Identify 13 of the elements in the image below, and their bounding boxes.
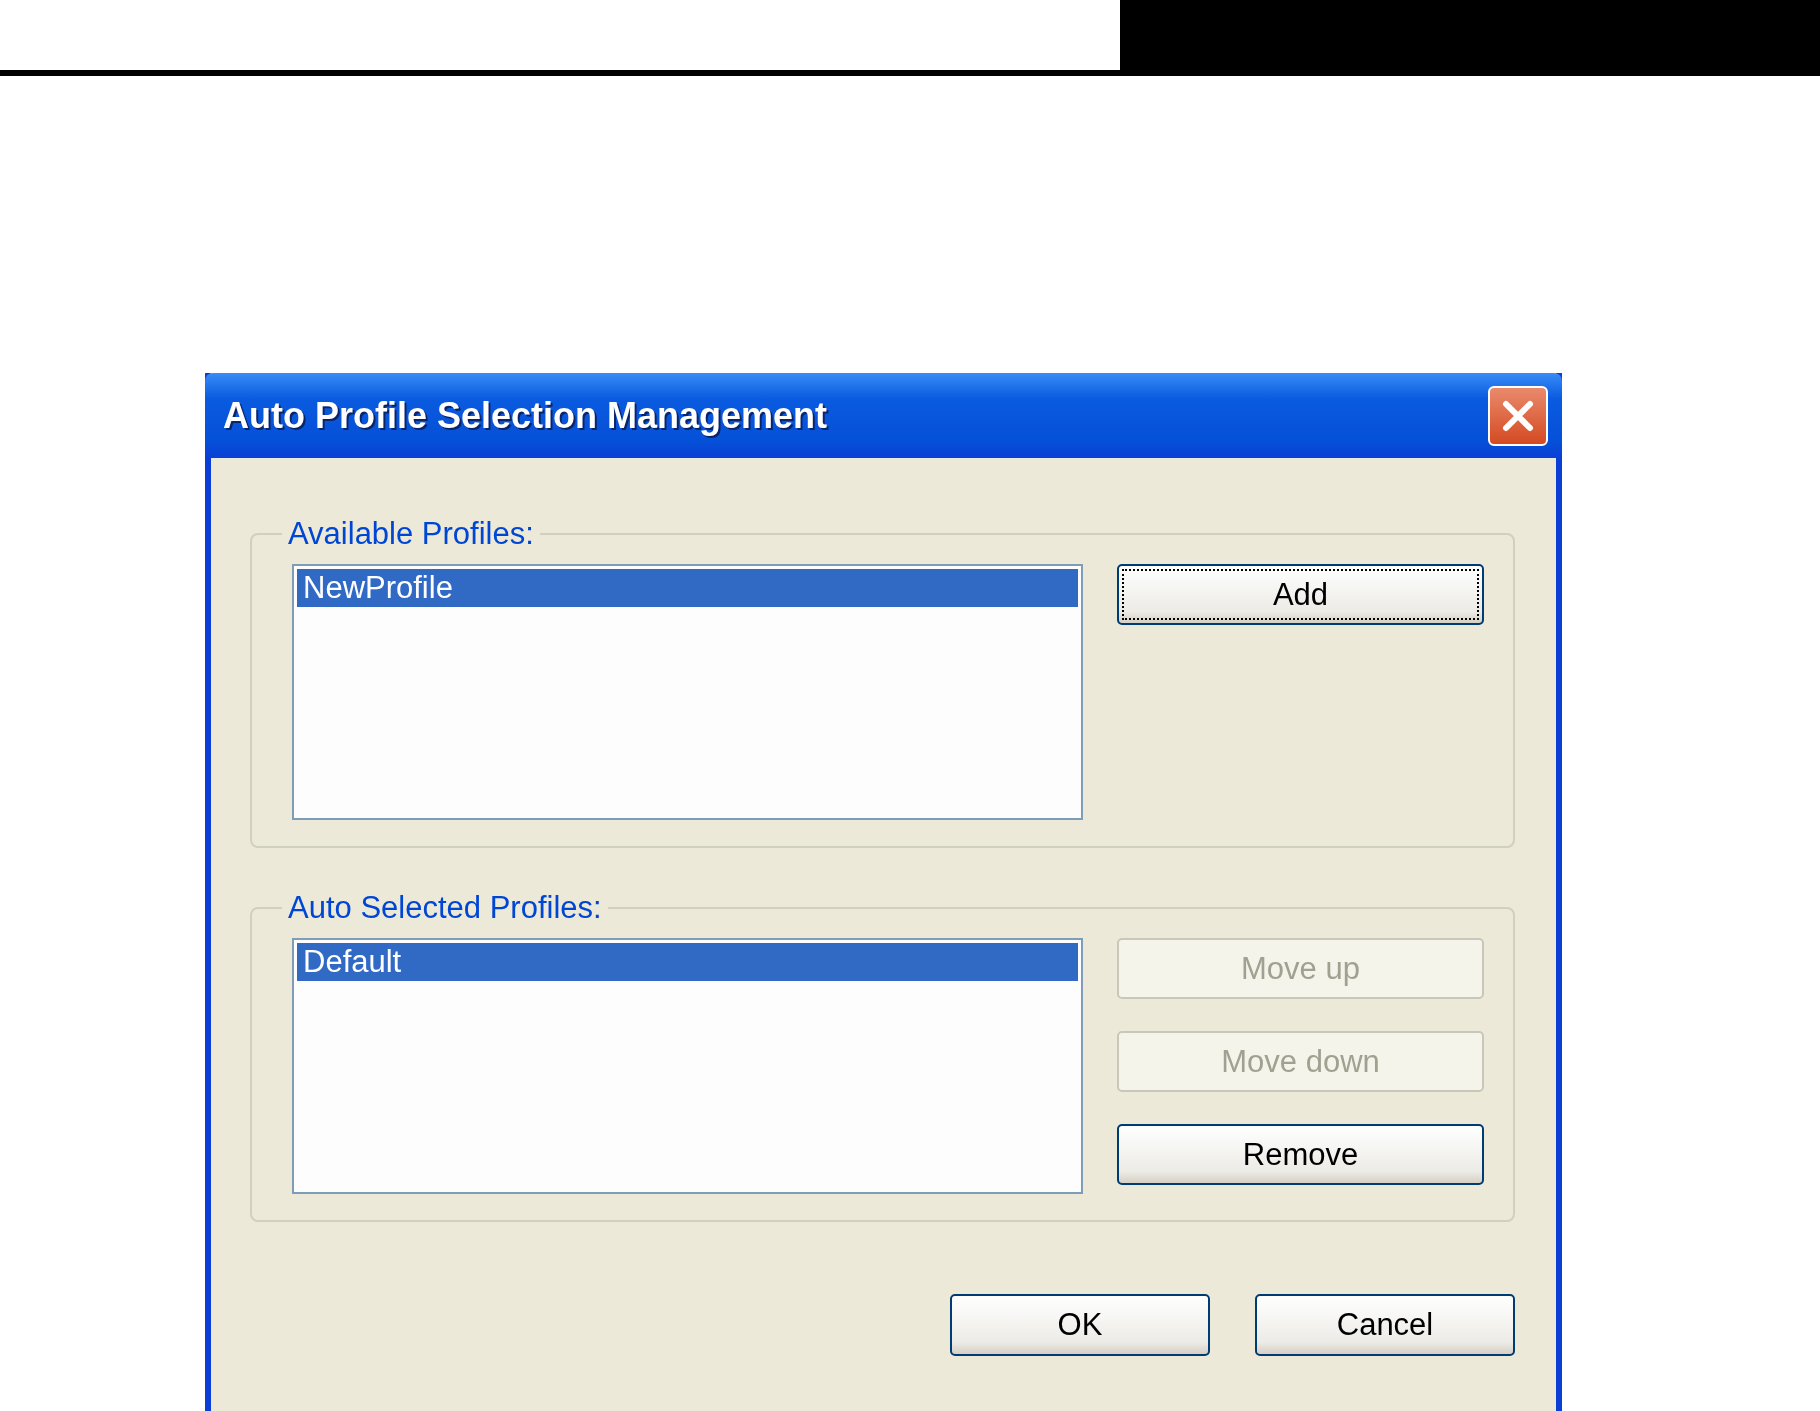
group-label: Auto Selected Profiles:: [287, 890, 603, 926]
window-title: Auto Profile Selection Management: [223, 394, 828, 437]
profile-list[interactable]: NewProfile: [292, 564, 1083, 820]
profile-list[interactable]: Default: [292, 938, 1083, 1194]
action-button[interactable]: Add: [1117, 564, 1484, 625]
dialog-button[interactable]: OK: [950, 1294, 1210, 1356]
action-button[interactable]: Remove: [1117, 1124, 1484, 1185]
list-item[interactable]: NewProfile: [297, 569, 1078, 607]
close-button[interactable]: [1488, 385, 1548, 446]
list-item[interactable]: Default: [297, 943, 1078, 981]
group-label: Available Profiles:: [287, 516, 535, 552]
close-icon: [1501, 398, 1535, 433]
dialog-button[interactable]: Cancel: [1255, 1294, 1515, 1356]
